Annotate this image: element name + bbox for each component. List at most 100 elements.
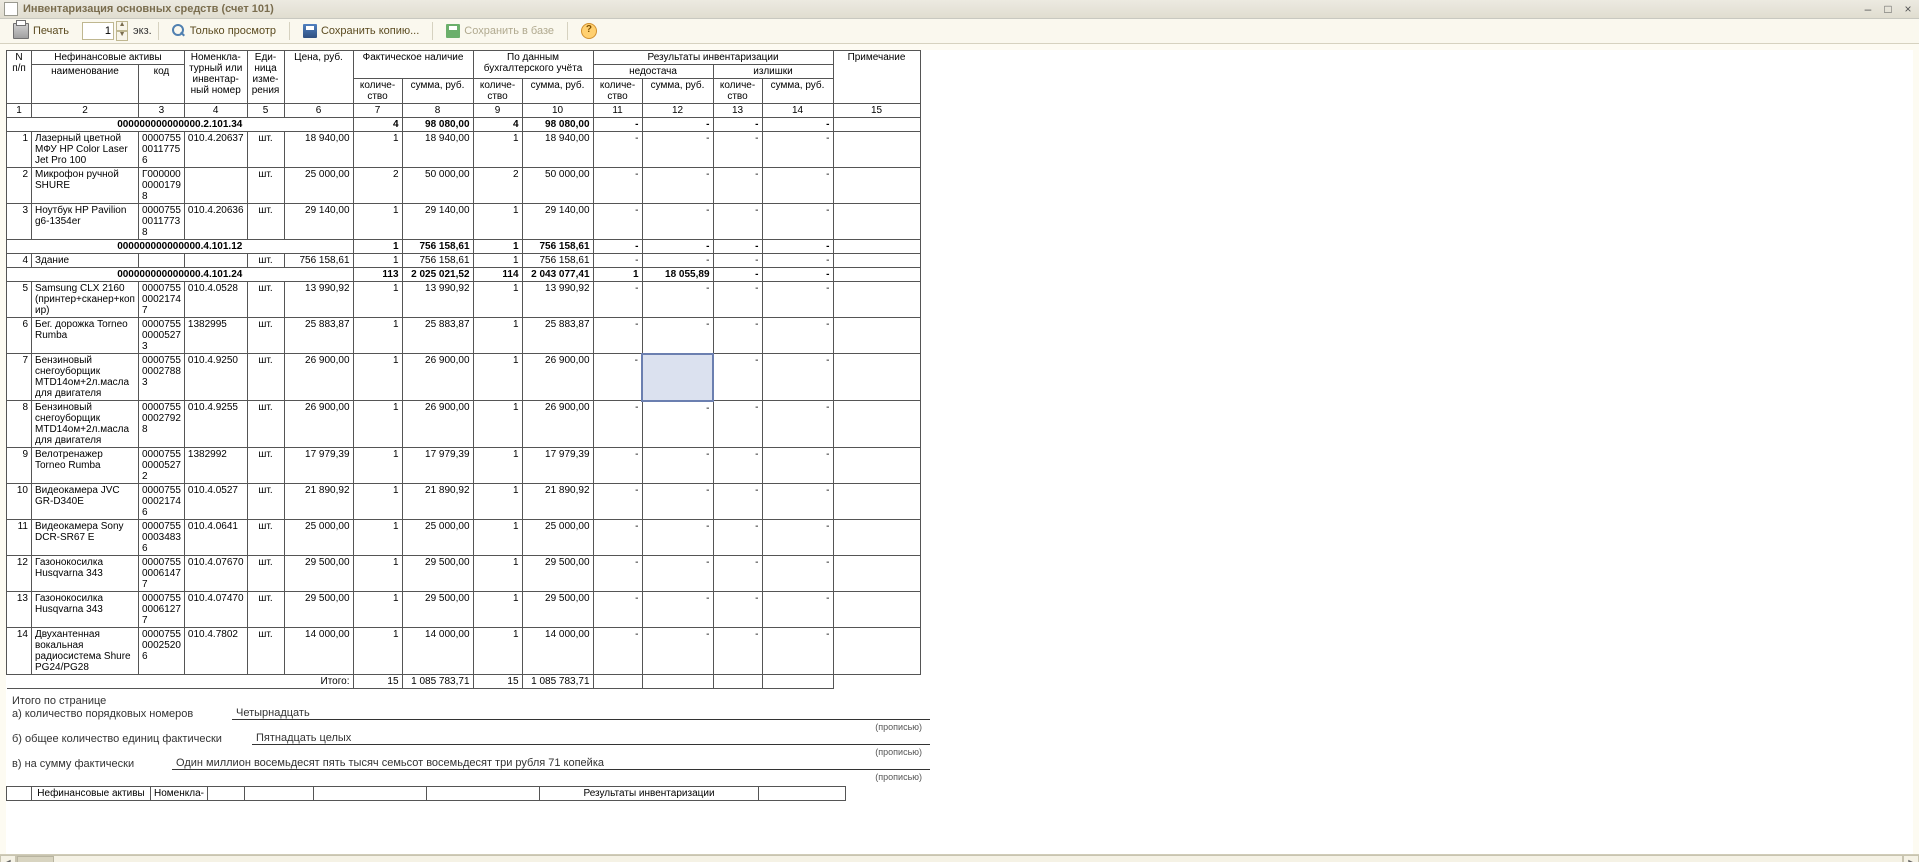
table-cell[interactable]: - — [593, 401, 642, 448]
table-cell[interactable]: 26 900,00 — [402, 354, 473, 401]
maximize-button[interactable]: □ — [1881, 2, 1895, 16]
table-cell[interactable] — [833, 168, 920, 204]
table-cell[interactable]: 1 — [353, 592, 402, 628]
table-cell[interactable]: Г000000 0000179 8 — [138, 168, 184, 204]
table-cell[interactable]: 18 940,00 — [284, 132, 353, 168]
table-cell[interactable]: 113 — [353, 268, 402, 282]
table-cell[interactable]: шт. — [247, 132, 284, 168]
table-cell[interactable]: 14 — [7, 628, 32, 675]
table-cell[interactable]: - — [762, 448, 833, 484]
table-cell[interactable]: - — [642, 628, 713, 675]
table-cell[interactable] — [833, 354, 920, 401]
spinner-down-icon[interactable]: ▼ — [116, 31, 128, 41]
table-cell[interactable]: 29 500,00 — [402, 556, 473, 592]
table-cell[interactable]: - — [593, 318, 642, 354]
table-cell[interactable]: 1 — [353, 628, 402, 675]
table-cell[interactable]: 25 883,87 — [402, 318, 473, 354]
table-cell[interactable]: 29 500,00 — [284, 592, 353, 628]
table-cell[interactable]: - — [713, 282, 762, 318]
table-cell[interactable]: 14 000,00 — [402, 628, 473, 675]
table-cell[interactable]: 010.4.0527 — [184, 484, 247, 520]
table-cell[interactable]: Видеокамера Sony DCR-SR67 E — [32, 520, 139, 556]
table-cell[interactable] — [833, 520, 920, 556]
table-cell[interactable]: Газонокосилка Husqvarna 343 — [32, 592, 139, 628]
table-cell[interactable]: Газонокосилка Husqvarna 343 — [32, 556, 139, 592]
table-cell[interactable]: - — [593, 282, 642, 318]
table-cell[interactable]: - — [762, 318, 833, 354]
table-cell[interactable] — [833, 118, 920, 132]
table-cell[interactable]: 1 — [7, 132, 32, 168]
table-cell[interactable]: - — [593, 118, 642, 132]
table-cell[interactable]: 2 — [353, 168, 402, 204]
table-cell[interactable]: 1 085 783,71 — [522, 675, 593, 689]
table-cell[interactable]: Видеокамера JVC GR-D340E — [32, 484, 139, 520]
spinner-up-icon[interactable]: ▲ — [116, 21, 128, 31]
table-cell[interactable]: 756 158,61 — [402, 254, 473, 268]
table-cell[interactable]: 010.4.20636 — [184, 204, 247, 240]
table-cell[interactable]: - — [593, 254, 642, 268]
table-cell[interactable]: 1 — [473, 318, 522, 354]
minimize-button[interactable]: – — [1861, 2, 1875, 16]
table-cell[interactable]: 26 900,00 — [284, 401, 353, 448]
table-cell[interactable] — [833, 318, 920, 354]
table-cell[interactable]: 010.4.0641 — [184, 520, 247, 556]
table-row[interactable]: 12Газонокосилка Husqvarna 3430000755 000… — [7, 556, 921, 592]
table-cell[interactable]: 1 — [353, 318, 402, 354]
table-cell[interactable]: 17 979,39 — [402, 448, 473, 484]
table-cell[interactable] — [833, 484, 920, 520]
table-cell[interactable]: Двухантенная вокальная радиосистема Shur… — [32, 628, 139, 675]
selected-cell[interactable] — [642, 354, 713, 401]
table-cell[interactable] — [833, 282, 920, 318]
table-cell[interactable]: шт. — [247, 204, 284, 240]
table-cell[interactable]: 26 900,00 — [284, 354, 353, 401]
table-cell[interactable]: - — [642, 484, 713, 520]
table-cell[interactable]: Бег. дорожка Torneo Rumba — [32, 318, 139, 354]
table-cell[interactable]: 1 085 783,71 — [402, 675, 473, 689]
table-row[interactable]: 13Газонокосилка Husqvarna 3430000755 000… — [7, 592, 921, 628]
table-cell[interactable]: 1 — [473, 240, 522, 254]
table-cell[interactable]: шт. — [247, 354, 284, 401]
table-cell[interactable]: 1 — [473, 254, 522, 268]
table-cell[interactable]: - — [713, 118, 762, 132]
table-cell[interactable]: 1 — [353, 448, 402, 484]
table-cell[interactable]: шт. — [247, 401, 284, 448]
table-cell[interactable]: шт. — [247, 628, 284, 675]
table-cell[interactable]: Велотренажер Torneo Rumba — [32, 448, 139, 484]
table-cell[interactable]: 25 000,00 — [402, 520, 473, 556]
table-cell[interactable]: 26 900,00 — [402, 401, 473, 448]
table-cell[interactable]: 18 940,00 — [522, 132, 593, 168]
table-cell[interactable]: 17 979,39 — [284, 448, 353, 484]
table-cell[interactable]: - — [593, 132, 642, 168]
table-row[interactable]: 4Зданиешт.756 158,611756 158,611756 158,… — [7, 254, 921, 268]
scroll-track[interactable] — [16, 855, 1903, 862]
table-cell[interactable]: - — [762, 118, 833, 132]
table-cell[interactable]: 14 000,00 — [522, 628, 593, 675]
table-cell[interactable] — [833, 254, 920, 268]
table-cell[interactable]: - — [642, 254, 713, 268]
table-cell[interactable]: 29 140,00 — [284, 204, 353, 240]
table-cell[interactable]: 1 — [473, 132, 522, 168]
table-cell[interactable]: шт. — [247, 592, 284, 628]
table-cell[interactable]: - — [593, 448, 642, 484]
table-cell[interactable]: 2 025 021,52 — [402, 268, 473, 282]
table-cell[interactable]: 29 500,00 — [522, 556, 593, 592]
table-cell[interactable]: 21 890,92 — [522, 484, 593, 520]
table-cell[interactable]: 0000755 0002174 6 — [138, 484, 184, 520]
table-cell[interactable]: - — [642, 168, 713, 204]
scroll-thumb[interactable] — [17, 856, 54, 862]
table-cell[interactable]: 1 — [473, 448, 522, 484]
table-cell[interactable]: 25 000,00 — [284, 168, 353, 204]
table-cell[interactable]: шт. — [247, 168, 284, 204]
table-cell[interactable]: шт. — [247, 254, 284, 268]
table-cell[interactable]: - — [713, 448, 762, 484]
table-cell[interactable]: - — [642, 520, 713, 556]
table-row[interactable]: 2Микрофон ручной SHUREГ000000 0000179 8ш… — [7, 168, 921, 204]
table-cell[interactable]: - — [713, 401, 762, 448]
table-cell[interactable]: 7 — [7, 354, 32, 401]
table-cell[interactable]: 1 — [473, 204, 522, 240]
table-cell[interactable]: 010.4.07470 — [184, 592, 247, 628]
table-cell[interactable]: - — [593, 520, 642, 556]
table-cell[interactable]: 26 900,00 — [522, 354, 593, 401]
table-cell[interactable]: - — [762, 282, 833, 318]
table-cell[interactable] — [833, 556, 920, 592]
